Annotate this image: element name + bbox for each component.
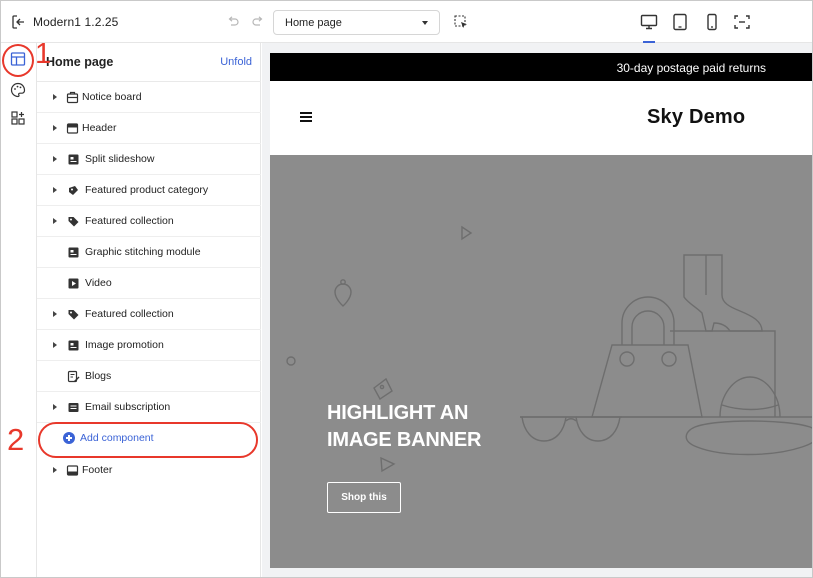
- redo-icon[interactable]: [251, 15, 265, 29]
- section-item-label: Header: [82, 122, 117, 134]
- top-bar: Modern1 1.2.25 Home page: [1, 1, 812, 43]
- section-item[interactable]: Notice board: [37, 82, 261, 113]
- expand-arrow-icon[interactable]: [53, 156, 57, 162]
- section-item-footer[interactable]: Footer: [37, 455, 261, 486]
- expand-arrow-icon[interactable]: [53, 467, 57, 473]
- announcement-bar[interactable]: 30-day postage paid returns: [270, 53, 812, 81]
- section-item[interactable]: Blogs: [37, 361, 261, 392]
- mobile-view-icon[interactable]: [703, 13, 721, 31]
- expand-arrow-icon[interactable]: [53, 187, 57, 193]
- section-item[interactable]: Featured collection: [37, 299, 261, 330]
- header-icon: [66, 123, 79, 134]
- shop-this-label: Shop this: [341, 492, 387, 503]
- section-item[interactable]: Featured product category: [37, 175, 261, 206]
- theme-palette-icon[interactable]: [10, 82, 26, 98]
- banner-headline: HIGHLIGHT AN IMAGE BANNER: [327, 400, 481, 454]
- store-header[interactable]: Sky Demo: [270, 81, 812, 155]
- sections-panel: Home page Unfold Notice board Header Split…: [37, 43, 261, 577]
- app-title: Modern1 1.2.25: [33, 15, 119, 29]
- tablet-view-icon[interactable]: [671, 13, 689, 31]
- store-name[interactable]: Sky Demo: [647, 106, 745, 129]
- panel-header: Home page Unfold: [37, 43, 261, 82]
- chevron-down-icon: [422, 21, 428, 25]
- announcement-text: 30-day postage paid returns: [616, 61, 766, 75]
- menu-icon[interactable]: [300, 112, 312, 122]
- store-preview: 30-day postage paid returns Sky Demo HIG…: [270, 53, 812, 568]
- expand-arrow-icon[interactable]: [53, 125, 57, 131]
- section-item[interactable]: Graphic stitching module: [37, 237, 261, 268]
- section-item-label: Footer: [82, 464, 113, 476]
- inspect-select-icon[interactable]: [454, 15, 468, 29]
- fullscreen-icon[interactable]: [733, 13, 751, 31]
- edit-icon: [67, 370, 80, 383]
- expand-arrow-icon[interactable]: [53, 94, 57, 100]
- footer-icon: [66, 465, 79, 476]
- annotation-circle: [2, 44, 34, 77]
- tag-icon: [68, 217, 79, 227]
- mail-icon: [68, 403, 79, 412]
- image-banner[interactable]: HIGHLIGHT AN IMAGE BANNER Shop this: [270, 155, 812, 568]
- play-icon: [68, 278, 79, 289]
- section-item[interactable]: Featured collection: [37, 206, 261, 237]
- expand-arrow-icon[interactable]: [53, 342, 57, 348]
- annotation-oval: [38, 422, 258, 458]
- palette-icon: [69, 186, 78, 195]
- banner-headline-line2: IMAGE BANNER: [327, 429, 482, 451]
- left-rail: [1, 43, 37, 577]
- annotation-step-1: 1: [35, 38, 52, 70]
- panel-title: Home page: [46, 55, 114, 69]
- expand-arrow-icon[interactable]: [53, 404, 57, 410]
- expand-arrow-icon[interactable]: [53, 218, 57, 224]
- apps-icon[interactable]: [10, 110, 26, 126]
- section-item[interactable]: Image promotion: [37, 330, 261, 361]
- notice-icon: [66, 91, 79, 104]
- undo-icon[interactable]: [226, 15, 240, 29]
- section-item[interactable]: Header: [37, 113, 261, 144]
- section-item-label: Featured collection: [85, 215, 174, 227]
- section-item-label: Notice board: [82, 91, 142, 103]
- shop-this-button[interactable]: Shop this: [327, 482, 401, 513]
- expand-arrow-icon[interactable]: [53, 311, 57, 317]
- section-item[interactable]: Video: [37, 268, 261, 299]
- section-item-label: Split slideshow: [85, 153, 155, 165]
- page-select[interactable]: Home page: [273, 10, 440, 35]
- section-item-label: Featured product category: [85, 184, 209, 196]
- unfold-link[interactable]: Unfold: [220, 56, 252, 68]
- section-item-label: Video: [85, 277, 112, 289]
- section-item-label: Image promotion: [85, 339, 164, 351]
- desktop-view-icon[interactable]: [640, 13, 658, 31]
- section-item[interactable]: Split slideshow: [37, 144, 261, 175]
- section-item-label: Email subscription: [85, 401, 171, 413]
- exit-icon[interactable]: [11, 14, 27, 30]
- section-item[interactable]: Email subscription: [37, 392, 261, 423]
- page-select-value: Home page: [285, 17, 342, 29]
- image-icon: [68, 247, 79, 258]
- image-icon: [68, 340, 79, 351]
- banner-headline-line1: HIGHLIGHT AN: [327, 402, 469, 424]
- section-item-label: Blogs: [85, 370, 112, 382]
- section-item-label: Featured collection: [85, 308, 174, 320]
- annotation-step-2: 2: [7, 422, 25, 457]
- image-icon: [68, 154, 79, 165]
- tag-icon: [68, 310, 79, 320]
- section-item-label: Graphic stitching module: [85, 246, 201, 258]
